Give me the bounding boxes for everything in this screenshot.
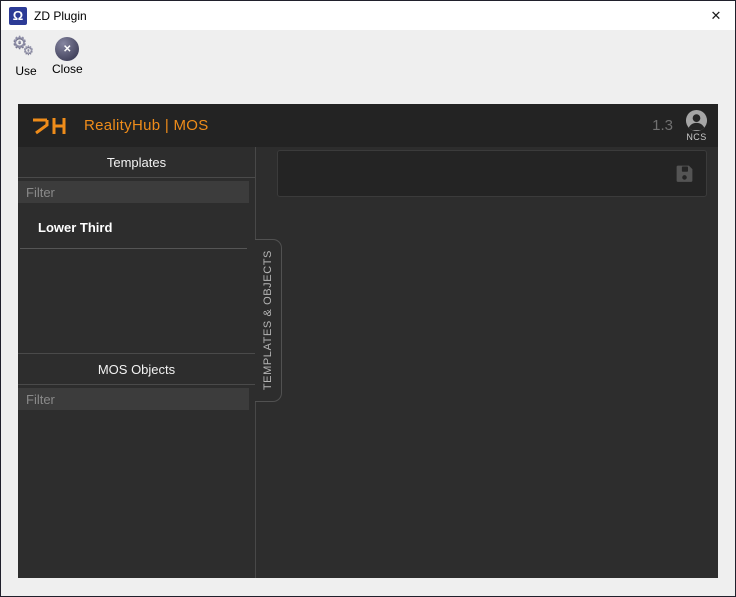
zd-plugin-window: Ω ZD Plugin ✕ ⚙ ⚙ Use ✕ Close <box>0 0 736 597</box>
hub-body: Templates Lower Third MOS Objects TEMPLA… <box>18 147 718 578</box>
titlebar: Ω ZD Plugin ✕ <box>1 1 735 30</box>
realityhub-panel: RealityHub | MOS 1.3 NCS <box>18 104 718 578</box>
tab-label: TEMPLATES & OBJECTS <box>262 250 274 390</box>
templates-section-header: Templates <box>18 147 255 178</box>
use-button[interactable]: ⚙ ⚙ Use <box>7 35 45 79</box>
tab-templates-and-objects[interactable]: TEMPLATES & OBJECTS <box>255 239 282 402</box>
templates-filter-input[interactable] <box>18 181 249 203</box>
close-circle-icon: ✕ <box>55 37 79 61</box>
rh-logo-icon <box>30 115 68 137</box>
sidebar: Templates Lower Third MOS Objects <box>18 147 256 578</box>
save-icon[interactable] <box>674 163 695 184</box>
main-area <box>256 147 718 578</box>
use-button-label: Use <box>15 64 36 78</box>
mos-objects-section-header: MOS Objects <box>18 353 255 385</box>
version-label: 1.3 <box>652 117 673 134</box>
user-label: NCS <box>686 133 706 142</box>
template-list: Lower Third <box>18 215 255 249</box>
mos-objects-filter-input[interactable] <box>18 388 249 410</box>
close-button[interactable]: ✕ Close <box>47 35 88 77</box>
toolbar: ⚙ ⚙ Use ✕ Close <box>1 30 735 88</box>
user-avatar-icon <box>685 109 708 132</box>
save-toolbar <box>277 150 707 197</box>
window-title: ZD Plugin <box>34 9 87 23</box>
hub-header: RealityHub | MOS 1.3 NCS <box>18 104 718 147</box>
template-item-lower-third[interactable]: Lower Third <box>20 215 247 249</box>
window-close-button[interactable]: ✕ <box>697 1 735 30</box>
omega-app-icon: Ω <box>9 7 27 25</box>
close-button-label: Close <box>52 62 83 76</box>
user-menu[interactable]: NCS <box>685 109 708 142</box>
gears-icon: ⚙ ⚙ <box>12 36 40 63</box>
hub-app-title: RealityHub | MOS <box>84 117 209 134</box>
